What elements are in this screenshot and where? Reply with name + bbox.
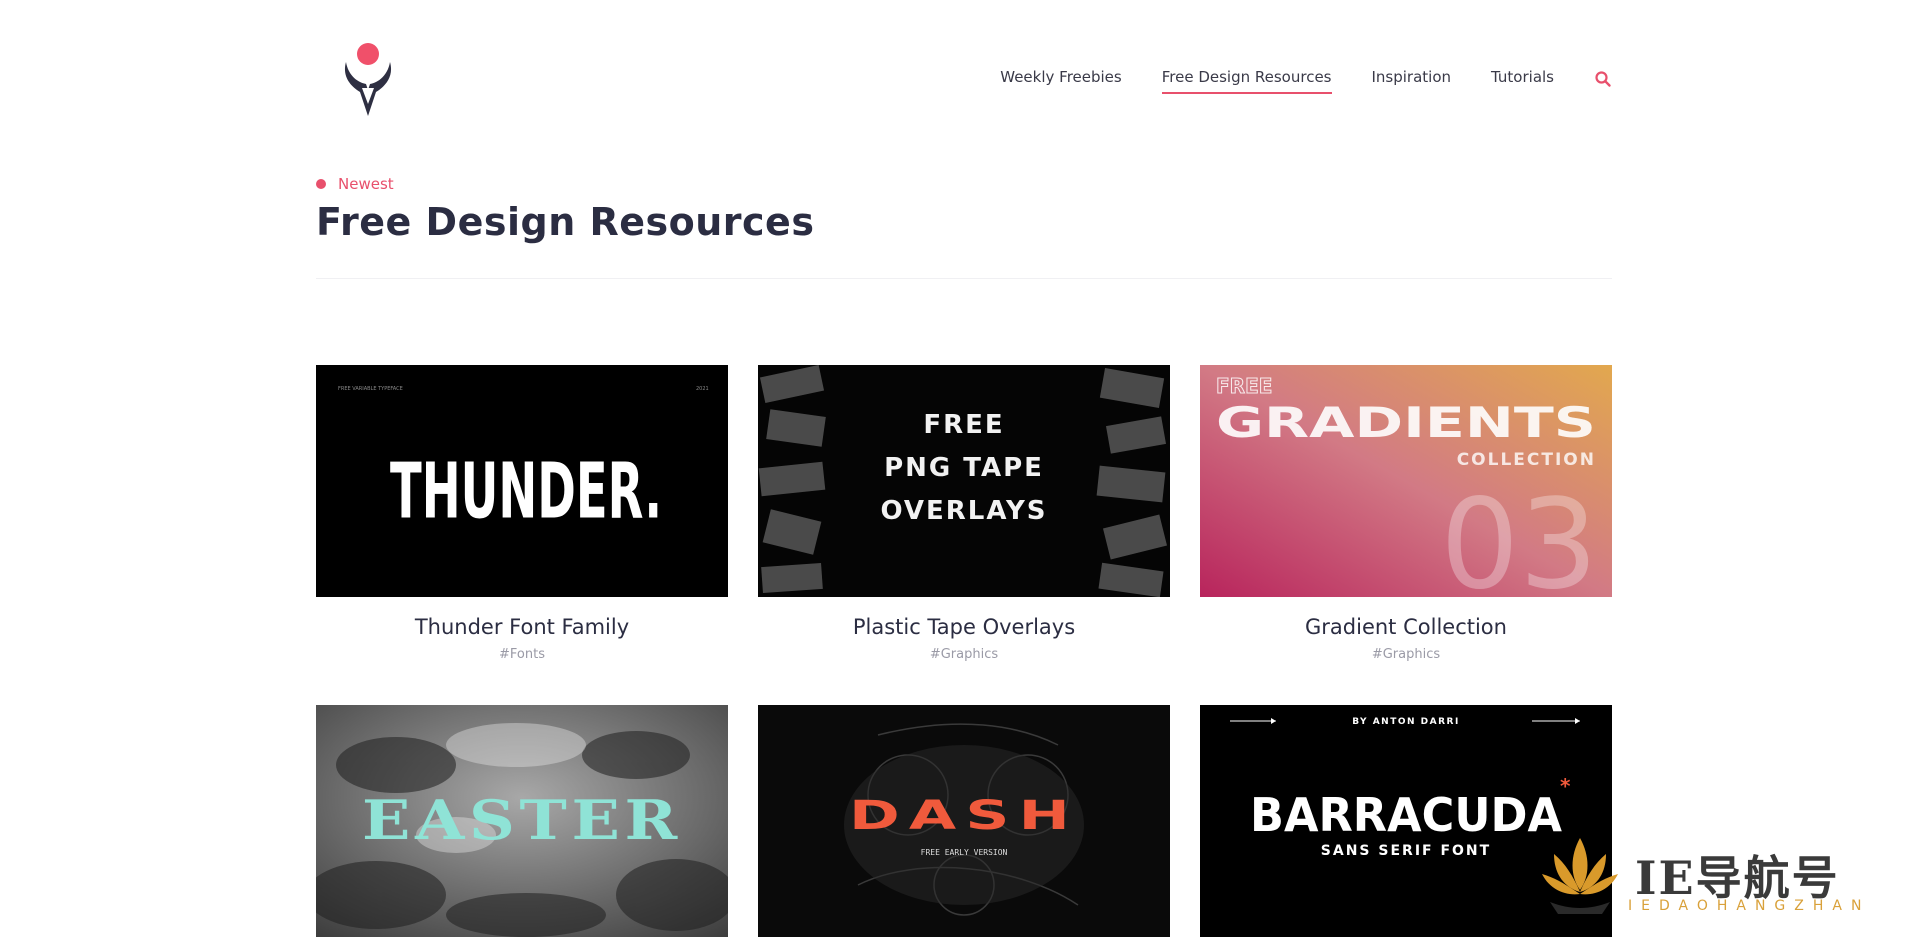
card-tag[interactable]: #Fonts <box>316 647 728 662</box>
thumb-line1: FREE <box>1216 374 1272 398</box>
resource-card[interactable]: FREE GRADIENTS COLLECTION 03 Gradient Co… <box>1200 365 1612 662</box>
nav-weekly-freebies[interactable]: Weekly Freebies <box>1000 68 1121 94</box>
eyebrow-label: Newest <box>338 175 394 193</box>
site-watermark: IE导航号 IEDAOHANGZHAN <box>1540 832 1920 937</box>
nav-free-design-resources[interactable]: Free Design Resources <box>1161 68 1332 94</box>
page-title: Free Design Resources <box>316 200 815 244</box>
card-thumbnail[interactable]: FREE VARIABLE TYPEFACE 2021 THUNDER. <box>316 365 728 597</box>
card-tag[interactable]: #Graphics <box>758 647 1170 662</box>
card-title[interactable]: Plastic Tape Overlays <box>758 615 1170 639</box>
thumb-headline: EASTER <box>362 788 682 852</box>
thumb-sub: FREE EARLY VERSION <box>921 848 1008 857</box>
site-logo[interactable] <box>340 40 396 124</box>
main-nav: Weekly Freebies Free Design Resources In… <box>960 68 1612 94</box>
section-eyebrow: Newest <box>316 175 394 193</box>
thumb-small-left: FREE VARIABLE TYPEFACE <box>338 386 403 392</box>
svg-text:*: * <box>1560 774 1571 798</box>
thumb-headline: BARRACUDA <box>1250 788 1562 842</box>
nav-tutorials[interactable]: Tutorials <box>1491 68 1554 94</box>
watermark-subtext: IEDAOHANGZHAN <box>1628 898 1871 914</box>
section-divider <box>316 278 1612 279</box>
resource-card[interactable]: FREE VARIABLE TYPEFACE 2021 THUNDER. Thu… <box>316 365 728 662</box>
card-tag[interactable]: #Graphics <box>1200 647 1612 662</box>
card-thumbnail[interactable]: FREE GRADIENTS COLLECTION 03 <box>1200 365 1612 597</box>
search-icon[interactable] <box>1594 70 1612 88</box>
thumb-line3: COLLECTION <box>1457 450 1596 470</box>
thumb-top: BY ANTON DARRI <box>1352 717 1460 727</box>
eyebrow-dot <box>316 179 326 189</box>
resource-card[interactable]: EASTER <box>316 705 728 937</box>
thumb-line2: GRADIENTS <box>1216 398 1596 447</box>
card-thumbnail[interactable]: FREE PNG TAPE OVERLAYS <box>758 365 1170 597</box>
resource-card[interactable]: FREE PNG TAPE OVERLAYS Plastic Tape Over… <box>758 365 1170 662</box>
thumb-line2: PNG TAPE <box>884 453 1044 483</box>
thumb-line3: OVERLAYS <box>880 496 1047 526</box>
card-thumbnail[interactable]: EASTER <box>316 705 728 937</box>
card-thumbnail[interactable]: DASH FREE EARLY VERSION <box>758 705 1170 937</box>
thumb-headline: THUNDER. <box>390 446 662 536</box>
thumb-headline: DASH <box>849 793 1079 839</box>
thumb-sub: SANS SERIF FONT <box>1321 843 1491 859</box>
nav-inspiration[interactable]: Inspiration <box>1372 68 1452 94</box>
card-title[interactable]: Thunder Font Family <box>316 615 728 639</box>
lotus-logo-icon <box>1542 838 1618 914</box>
card-title[interactable]: Gradient Collection <box>1200 615 1612 639</box>
thumb-number: 03 <box>1440 473 1598 597</box>
resource-card[interactable]: DASH FREE EARLY VERSION <box>758 705 1170 937</box>
thumb-line1: FREE <box>923 410 1004 440</box>
thumb-small-right: 2021 <box>696 386 709 392</box>
